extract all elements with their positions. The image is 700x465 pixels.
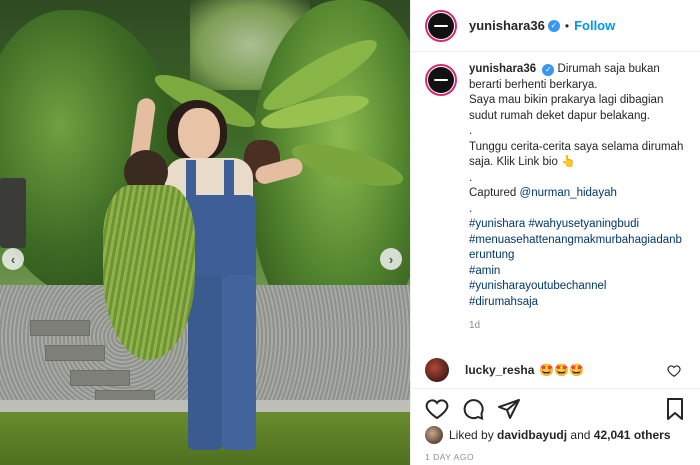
caption-dot: . [469, 171, 473, 184]
heart-small-icon[interactable] [667, 364, 681, 378]
post-side-panel: yunishara36 ✓ • Follow yunishara36 ✓ Dir… [410, 0, 700, 465]
captured-mention-link[interactable]: @nurman_hidayah [520, 187, 617, 199]
verified-badge-icon: ✓ [542, 63, 555, 76]
caption-time-ago: 1d [469, 320, 481, 331]
share-icon[interactable] [497, 397, 521, 421]
commenter-avatar[interactable] [425, 358, 449, 382]
hashtag-link[interactable]: #menuasehattenangmakmurbahagiadanberuntu… [469, 233, 687, 264]
photo-overalls-strap [186, 160, 196, 200]
caption-dot: . [469, 125, 473, 137]
likes-summary: Liked by davidbayudj and 42,041 others [425, 426, 671, 444]
caption-dot: . [469, 202, 473, 215]
author-avatar[interactable] [425, 9, 457, 42]
hashtag-link[interactable]: #amin [469, 264, 687, 280]
heart-icon[interactable] [425, 397, 449, 421]
liked-by-label: Liked by [449, 428, 494, 442]
photo-stepping-stone [70, 370, 130, 386]
photo-person-leg [188, 275, 222, 450]
post-date: 1 DAY AGO [425, 452, 475, 462]
bookmark-icon[interactable] [663, 397, 687, 421]
hashtag-link[interactable]: #yunishara #wahyusetyaningbudi [469, 217, 687, 233]
hashtag-link[interactable]: #dirumahsaja [469, 295, 687, 311]
verified-badge-icon: ✓ [547, 19, 560, 32]
pointing-emoji: 👆 [561, 156, 576, 168]
captured-label: Captured [469, 187, 517, 199]
likes-count[interactable]: 42,041 others [594, 428, 671, 442]
photo-overalls-strap [224, 160, 234, 200]
hashtag-link[interactable]: #yunisharayoutubechannel [469, 279, 687, 295]
liker-avatar[interactable] [425, 426, 443, 444]
photo-person-leg [222, 275, 256, 450]
caption-area: yunishara36 ✓ Dirumah saja bukan berarti… [411, 62, 700, 352]
avatar-image [428, 67, 454, 93]
photo-lamp [0, 178, 26, 248]
caption-line-3: Tunggu cerita-cerita saya selama dirumah… [469, 140, 684, 169]
post-photo[interactable]: ‹ › [0, 0, 410, 465]
comment-row: lucky_resha 🤩🤩🤩 [411, 355, 700, 385]
caption-text: yunishara36 ✓ Dirumah saja bukan berarti… [469, 62, 687, 334]
caption-author-avatar[interactable] [425, 64, 457, 96]
comment-text: 🤩🤩🤩 [539, 363, 585, 377]
post-header: yunishara36 ✓ • Follow [411, 0, 700, 52]
liker-username[interactable]: davidbayudj [497, 428, 567, 442]
prev-arrow-icon[interactable]: ‹ [2, 248, 24, 270]
photo-hanging-fern [103, 185, 195, 360]
photo-stepping-stone [45, 345, 105, 361]
post-actions [411, 388, 700, 428]
caption-row: yunishara36 ✓ Dirumah saja bukan berarti… [425, 62, 687, 334]
header-separator: • [564, 18, 570, 33]
caption-line-2: Saya mau bikin prakarya lagi dibagian su… [469, 94, 664, 122]
author-username[interactable]: yunishara36 [469, 18, 545, 33]
follow-button[interactable]: Follow [574, 18, 615, 33]
avatar-image [428, 12, 454, 39]
likes-and: and [570, 428, 591, 442]
next-arrow-icon[interactable]: › [380, 248, 402, 270]
comment-icon[interactable] [461, 397, 485, 421]
caption-username[interactable]: yunishara36 [469, 63, 536, 75]
photo-person-face [178, 108, 220, 160]
photo-stepping-stone [30, 320, 90, 336]
commenter-username[interactable]: lucky_resha [465, 363, 534, 377]
